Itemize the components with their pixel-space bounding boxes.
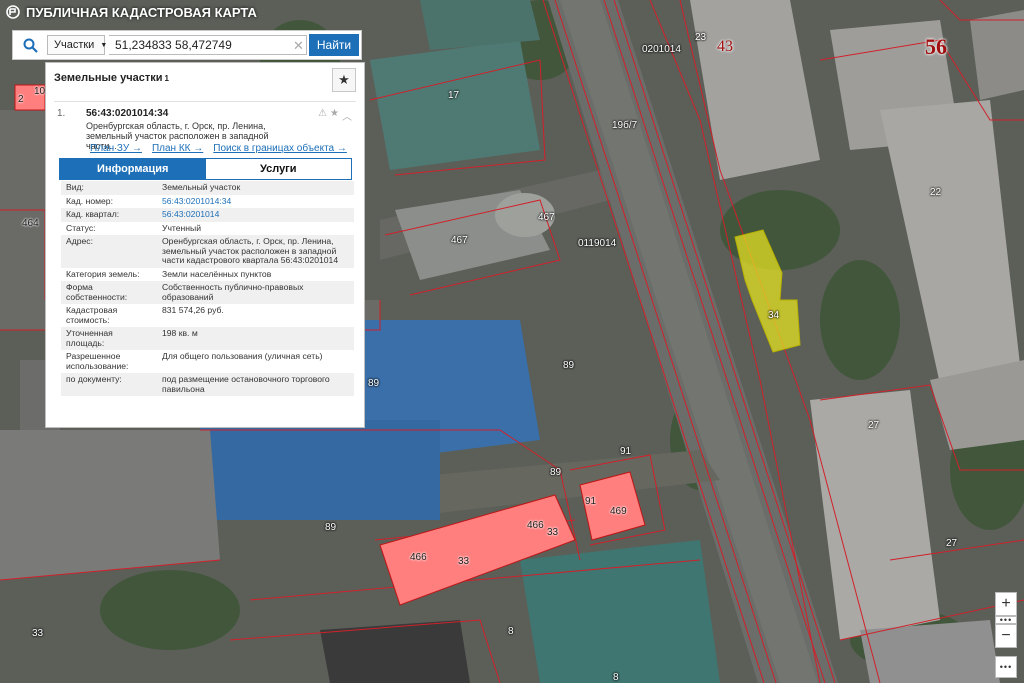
tab-services[interactable]: Услуги <box>205 159 351 179</box>
attr-key: Категория земель: <box>66 268 140 279</box>
table-row: Категория земель: Земли населённых пункто… <box>61 268 354 282</box>
attr-key: Кад. номер: <box>66 195 113 206</box>
search-type-select[interactable]: Участки ▼ <box>47 35 108 55</box>
result-number: 1. <box>57 108 66 119</box>
zoom-out-button[interactable]: − <box>995 624 1017 648</box>
table-row: Форма собственности: Собственность публич… <box>61 281 354 304</box>
search-icon[interactable] <box>13 31 47 59</box>
map-label: 469 <box>610 506 627 517</box>
link-search-in-bounds[interactable]: Поиск в границах объекта → <box>213 143 347 154</box>
search-input[interactable] <box>109 35 307 55</box>
map-label: 22 <box>930 187 942 198</box>
attr-value-link[interactable]: 56:43:0201014 <box>157 208 354 222</box>
attr-value-link[interactable]: 56:43:0201014:34 <box>157 195 354 209</box>
divider <box>54 101 356 102</box>
map-label-quarter-0119014: 0119014 <box>578 238 617 249</box>
attr-value: Земельный участок <box>157 181 354 195</box>
map-label: 8 <box>508 626 514 637</box>
table-row: Кад. номер: 56:43:0201014:34 <box>61 195 354 209</box>
map-label: 33 <box>32 628 44 639</box>
attr-value: Собственность публично-правовых образова… <box>157 281 354 304</box>
attr-key: Вид: <box>61 181 157 195</box>
attributes-table: Вид: Земельный участок Кад. номер: 56:43:0… <box>61 181 354 396</box>
map-label: 23 <box>695 32 707 43</box>
attr-key: Разрешенное использование: <box>66 351 129 371</box>
map-label: 17 <box>448 90 460 101</box>
map-label: 89 <box>563 360 575 371</box>
attr-key: Кад. квартал: <box>61 208 157 222</box>
attr-key: Форма собственности: <box>61 281 157 304</box>
panel-title: Земельные участки <box>54 72 163 84</box>
result-title[interactable]: 56:43:0201014:34 <box>86 108 168 119</box>
map-label: 464 <box>22 218 39 229</box>
search-type-label: Участки <box>54 39 95 51</box>
table-row: по документу: под размещение остановочног… <box>61 373 354 396</box>
map-label: 10 <box>34 86 46 97</box>
table-row: Вид: Земельный участок <box>61 181 354 195</box>
table-row: Адрес: Оренбургская область, г. Орск, пр.… <box>61 235 354 268</box>
map-label: 91 <box>585 496 597 507</box>
favorite-star-icon[interactable]: ★ <box>332 68 356 92</box>
table-row: Уточненная площадь: 198 кв. м <box>61 327 354 350</box>
attr-key: Уточненная площадь: <box>61 327 157 350</box>
map-label: 33 <box>547 527 559 538</box>
map-label: 89 <box>550 467 562 478</box>
find-button[interactable]: Найти <box>309 34 359 56</box>
map-label-block-43: 43 <box>717 38 733 55</box>
attr-value: Для общего пользования (уличная сеть) <box>162 351 323 361</box>
attr-value: Оренбургская область, г. Орск, пр. Ленин… <box>157 235 354 268</box>
result-links: План ЗУ → План КК → Поиск в границах объ… <box>90 143 347 154</box>
result-count: 1 <box>164 73 169 83</box>
map-label: 91 <box>620 446 632 457</box>
warning-icon[interactable]: ⚠ <box>318 108 327 123</box>
search-bar: Участки ▼ ✕ Найти <box>12 30 362 60</box>
info-panel: Земельные участки 1 ★ 1. 56:43:0201014:34… <box>45 62 365 428</box>
map-label-19b7: 19б/7 <box>612 120 638 131</box>
panel-header: Земельные участки 1 <box>46 63 364 93</box>
attr-key: по документу: <box>61 373 157 396</box>
table-row: Разрешенное использование: Для общего пол… <box>61 350 354 373</box>
panel-tabs: Информация Услуги <box>59 158 352 180</box>
map-label-block-56: 56 <box>925 34 947 59</box>
more-dots-icon[interactable]: ••• <box>995 615 1017 625</box>
layers-menu-icon[interactable]: ••• <box>995 656 1017 678</box>
chevron-down-icon: ▼ <box>100 41 108 49</box>
star-icon[interactable]: ★ <box>330 108 339 123</box>
zoom-in-button[interactable]: + <box>995 592 1017 616</box>
map-label: 89 <box>368 378 380 389</box>
app-title: ПУБЛИЧНАЯ КАДАСТРОВАЯ КАРТА <box>6 2 257 22</box>
attr-value: Земли населённых пунктов <box>162 268 272 279</box>
attr-key: Кадастровая стоимость: <box>66 305 118 325</box>
map-label: 466 <box>527 520 544 531</box>
map-label: 467 <box>538 212 555 223</box>
chevron-up-icon[interactable]: ︿ <box>342 108 352 123</box>
cadastre-logo-icon <box>6 5 20 19</box>
attr-value: 831 574,26 руб. <box>162 305 224 315</box>
map-label: 27 <box>946 538 958 549</box>
map-label-quarter-0201014: 0201014 <box>642 44 681 55</box>
link-plan-zu[interactable]: План ЗУ → <box>90 143 142 154</box>
attr-key: Адрес: <box>61 235 157 268</box>
app-title-text: ПУБЛИЧНАЯ КАДАСТРОВАЯ КАРТА <box>26 4 257 20</box>
map-label: 466 <box>410 552 427 563</box>
tab-information[interactable]: Информация <box>60 159 206 179</box>
attr-key: Статус: <box>66 222 96 233</box>
attr-value: 198 кв. м <box>157 327 354 350</box>
table-row: Кад. квартал: 56:43:0201014 <box>61 208 354 222</box>
result-actions: ⚠ ★ ︿ <box>318 108 352 123</box>
map-label: 33 <box>458 556 470 567</box>
attr-value: под размещение остановочного торгового п… <box>157 373 354 396</box>
map-label: 467 <box>451 235 468 246</box>
clear-icon[interactable]: ✕ <box>293 38 304 54</box>
table-row: Статус: Учтенный <box>61 222 354 236</box>
map-label: 89 <box>325 522 337 533</box>
attr-value: Учтенный <box>162 222 202 233</box>
table-row: Кадастровая стоимость: 831 574,26 руб. <box>61 304 354 327</box>
map-label-parcel-34: 34 <box>768 310 780 321</box>
map-label: 2 <box>18 94 24 105</box>
map-label: 27 <box>868 420 880 431</box>
map-label: 8 <box>613 672 619 683</box>
link-plan-kk[interactable]: План КК → <box>152 143 203 154</box>
